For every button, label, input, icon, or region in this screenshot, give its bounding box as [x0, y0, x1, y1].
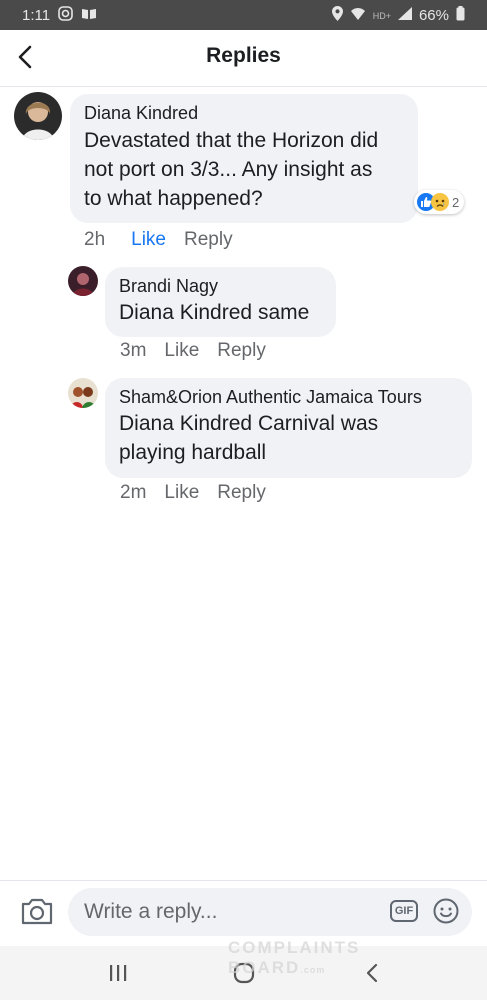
sad-icon	[431, 193, 449, 211]
reply-button[interactable]: Reply	[184, 229, 233, 251]
comment-actions: 2m Like Reply	[120, 482, 266, 504]
reply-button[interactable]: Reply	[217, 482, 266, 504]
comment-actions: 2h Like Reply	[84, 229, 233, 251]
comment-time: 3m	[120, 340, 147, 361]
avatar[interactable]	[14, 92, 62, 140]
comment-time: 2m	[120, 482, 147, 503]
network-type: HD+	[372, 10, 391, 21]
comment-text-line: to what happened?	[84, 187, 263, 210]
camera-icon	[21, 898, 53, 925]
battery-level: 66%	[418, 7, 449, 24]
comment-text-line: not port on 3/3... Any insight as	[84, 158, 373, 181]
comment-bubble[interactable]: Brandi Nagy Diana Kindred same	[105, 267, 336, 337]
header: Replies	[0, 30, 487, 86]
comment-text: Diana Kindred same	[119, 298, 322, 327]
comment-actions: 3m Like Reply	[120, 340, 266, 362]
watermark-suffix: .com	[300, 965, 326, 975]
avatar[interactable]	[68, 378, 98, 408]
comment-text-line: Devastated that the Horizon did	[84, 129, 379, 152]
reaction-count: 2	[452, 194, 460, 210]
emoji-button[interactable]	[433, 898, 459, 924]
camera-button[interactable]	[20, 896, 54, 926]
smiley-icon	[433, 898, 459, 924]
comment-text-line: Diana Kindred Carnival was	[119, 409, 458, 438]
watermark-logo: COMPLAINTS BOARD.com	[228, 938, 360, 980]
page-title: Replies	[206, 44, 281, 67]
comment-author[interactable]: Sham&Orion Authentic Jamaica Tours	[119, 387, 458, 408]
avatar[interactable]	[68, 266, 98, 296]
wifi-icon	[350, 7, 366, 25]
nav-back-icon	[366, 963, 378, 983]
recent-apps-button[interactable]	[103, 958, 133, 988]
header-divider	[0, 86, 487, 87]
comment-bubble[interactable]: Sham&Orion Authentic Jamaica Tours Diana…	[105, 378, 472, 478]
comment-author[interactable]: Diana Kindred	[84, 103, 404, 124]
composer-divider	[0, 880, 487, 881]
mention-link[interactable]: Diana Kindred	[119, 412, 252, 435]
location-icon	[331, 6, 343, 25]
status-time: 1:11	[22, 7, 51, 24]
comment-author[interactable]: Brandi Nagy	[119, 276, 322, 297]
mention-link[interactable]: Diana Kindred	[119, 301, 252, 324]
comment-text-body: same	[257, 301, 310, 324]
like-button[interactable]: Like	[131, 229, 166, 251]
book-icon	[81, 7, 97, 24]
like-button[interactable]: Like	[164, 340, 199, 362]
gif-button[interactable]: GIF	[390, 900, 418, 922]
watermark-line: BOARD	[228, 958, 301, 977]
reply-button[interactable]: Reply	[217, 340, 266, 362]
signal-icon	[397, 7, 412, 24]
comment-text-body: Carnival was	[257, 412, 379, 435]
instagram-icon	[58, 6, 73, 25]
recent-apps-icon	[110, 965, 127, 981]
status-bar: 1:11 HD+ 66%	[0, 0, 487, 30]
like-button[interactable]: Like	[164, 482, 199, 504]
battery-icon	[456, 6, 465, 25]
watermark-line: COMPLAINTS	[228, 938, 361, 957]
reaction-badge[interactable]: 2	[414, 190, 465, 214]
comment-text-line: playing hardball	[119, 441, 267, 464]
comment-bubble[interactable]: Diana Kindred Devastated that the Horizo…	[70, 94, 418, 223]
system-back-button[interactable]	[357, 958, 387, 988]
comment-time: 2h	[84, 229, 106, 250]
